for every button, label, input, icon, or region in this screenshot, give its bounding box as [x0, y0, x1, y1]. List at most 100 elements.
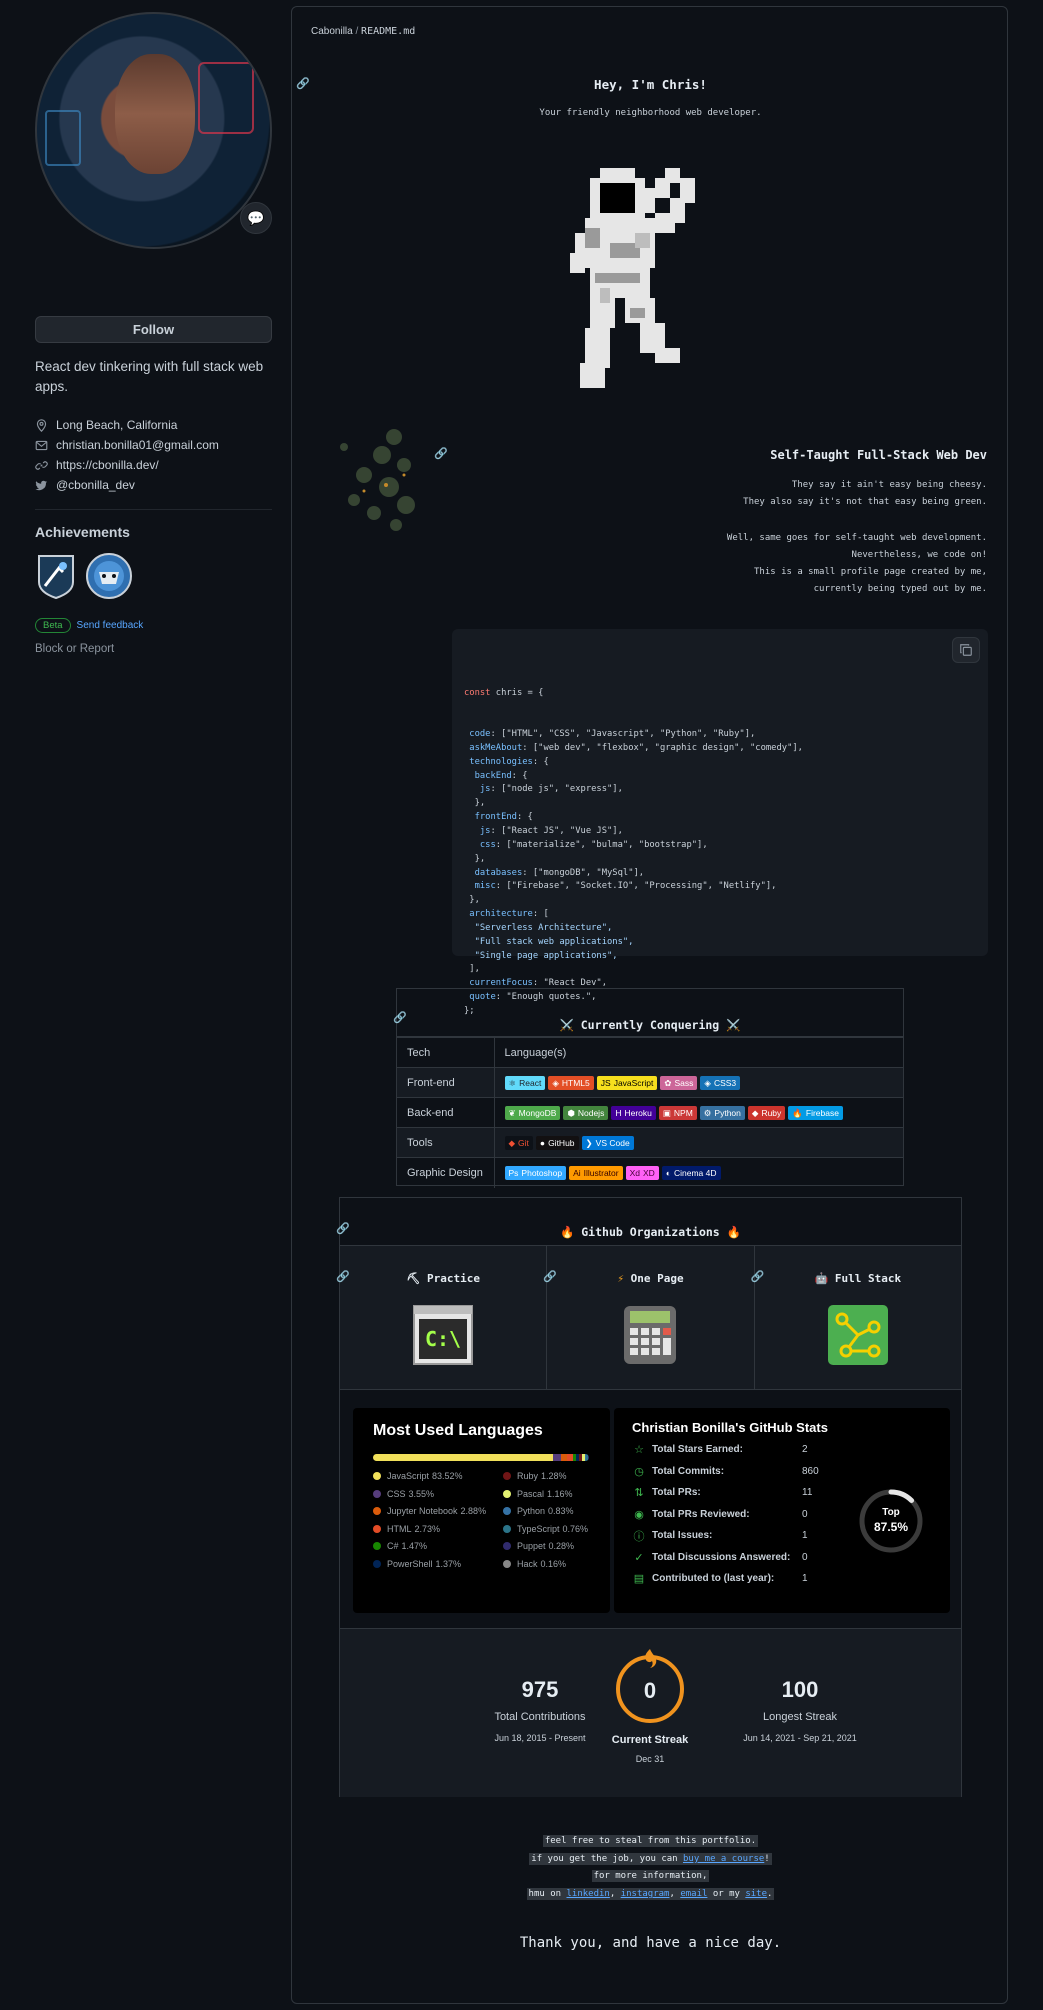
badge-xd[interactable]: Xd XD [625, 1165, 659, 1180]
stat-label: Total PRs: [652, 1487, 701, 1499]
anchor-link-icon[interactable]: 🔗 [336, 1270, 350, 1283]
code-line: frontEnd: { [464, 811, 976, 825]
code-value: "Single page applications", [474, 950, 618, 961]
code-value: : [ [532, 909, 549, 920]
linkedin-link[interactable]: linkedin [566, 1889, 609, 1899]
tech-category: Front-end [397, 1067, 495, 1098]
longest-streak: 100 Longest Streak Jun 14, 2021 - Sep 21… [720, 1677, 880, 1743]
anchor-link-icon[interactable]: 🔗 [751, 1270, 765, 1283]
badge-icon: ◆ [751, 1107, 759, 1118]
location-icon [36, 418, 47, 432]
longest-streak-value: 100 [781, 1677, 819, 1702]
language-percent: 1.28% [541, 1471, 567, 1481]
language-percent: 0.28% [548, 1541, 575, 1551]
twitter-item[interactable]: @cbonilla_dev [35, 475, 272, 495]
language-item: Jupyter Notebook 2.88% [373, 1506, 503, 1516]
language-name: HTML [387, 1523, 412, 1534]
website-item[interactable]: https://cbonilla.dev/ [35, 455, 272, 475]
divider [35, 509, 272, 510]
badge-mongodb[interactable]: ❦ MongoDB [504, 1105, 561, 1120]
badge-icon: ⚙ [703, 1107, 712, 1118]
status-emoji-icon[interactable]: 💬 [240, 202, 272, 234]
org-practice[interactable]: 🔗 ⛏ Practice C:\ [336, 1246, 548, 1389]
stat-label: Total PRs Reviewed: [652, 1508, 750, 1520]
badge-icon: ❯ [585, 1137, 593, 1148]
network-icon[interactable] [827, 1305, 888, 1365]
language-percent: 0.83% [548, 1506, 574, 1516]
badge-github[interactable]: ● GitHub [535, 1135, 579, 1150]
language-name: CSS [387, 1488, 406, 1499]
badge-label: Ruby [761, 1107, 782, 1118]
block-report-link[interactable]: Block or Report [35, 643, 272, 655]
code-line: askMeAbout: ["web dev", "flexbox", "grap… [464, 742, 976, 756]
badge-label: Nodejs [577, 1107, 605, 1118]
rank-text: Top 87.5% [858, 1505, 924, 1535]
badge-python[interactable]: ⚙ Python [699, 1105, 745, 1120]
anchor-link-icon[interactable]: 🔗 [336, 1222, 350, 1235]
email-link[interactable]: email [680, 1889, 707, 1899]
current-streak-value: 0 [644, 1678, 656, 1703]
copy-button[interactable] [952, 637, 980, 663]
org-full-stack[interactable]: 🔗 🤖 Full Stack [751, 1246, 961, 1389]
email-item[interactable]: christian.bonilla01@gmail.com [35, 435, 272, 455]
badge-photoshop[interactable]: Ps Photoshop [504, 1165, 567, 1180]
badge-icon: ◐ [665, 1167, 671, 1178]
stat-value: 0 [802, 1551, 808, 1563]
breadcrumb-user[interactable]: Cabonilla [311, 26, 353, 37]
badge-vs-code[interactable]: ❯ VS Code [581, 1135, 634, 1150]
badge-heroku[interactable]: H Heroku [611, 1105, 656, 1120]
badge-react[interactable]: ⚛ React [504, 1075, 546, 1090]
anchor-link-icon[interactable]: 🔗 [393, 1011, 407, 1024]
language-percent: 3.55% [408, 1488, 435, 1499]
language-item: Ruby 1.28% [503, 1471, 603, 1481]
badge-javascript[interactable]: JS JavaScript [596, 1075, 658, 1090]
instagram-link[interactable]: instagram [621, 1889, 670, 1899]
badge-nodejs[interactable]: ⬢ Nodejs [563, 1105, 609, 1120]
anchor-link-icon[interactable]: 🔗 [434, 447, 448, 460]
badge-label: Git [518, 1137, 529, 1148]
anchor-link-icon[interactable]: 🔗 [543, 1270, 557, 1283]
achievement-badge-yolo-icon[interactable] [85, 552, 133, 600]
org-one-page[interactable]: 🔗 ⚡ One Page [543, 1246, 755, 1389]
badge-git[interactable]: ◆ Git [504, 1135, 533, 1150]
badge-firebase[interactable]: 🔥 Firebase [788, 1105, 843, 1120]
send-feedback-link[interactable]: Send feedback [77, 620, 144, 631]
achievement-badge-pull-shark-icon[interactable] [35, 552, 77, 600]
language-name: Ruby [517, 1471, 539, 1481]
badge-cinema-4d[interactable]: ◐ Cinema 4D [661, 1165, 721, 1180]
badge-icon: ▣ [662, 1107, 671, 1118]
badge-html5[interactable]: ◈ HTML5 [548, 1075, 594, 1090]
language-name: JavaScript [387, 1471, 430, 1481]
badge-css3[interactable]: ◈ CSS3 [700, 1075, 741, 1090]
footer-line: hmu on linkedin, instagram, email or my … [292, 1886, 1009, 1903]
follow-button[interactable]: Follow [35, 316, 272, 343]
language-name: Jupyter Notebook [387, 1506, 458, 1516]
code-line: js: ["React JS", "Vue JS"], [464, 825, 976, 839]
badge-sass[interactable]: ✿ Sass [660, 1075, 698, 1090]
terminal-icon[interactable]: C:\ [413, 1305, 474, 1365]
code-line: code: ["HTML", "CSS", "Javascript", "Pyt… [464, 728, 976, 742]
code-property: js [479, 784, 491, 795]
issue-icon: ⓘ [633, 1530, 645, 1543]
avatar[interactable] [35, 12, 272, 249]
language-item: Python 0.83% [503, 1506, 603, 1516]
code-value: }, [469, 895, 480, 906]
badge-npm[interactable]: ▣ NPM [658, 1105, 697, 1120]
language-percent: 0.16% [540, 1558, 567, 1569]
badge-illustrator[interactable]: Ai Illustrator [569, 1165, 623, 1180]
calculator-icon[interactable] [620, 1305, 680, 1365]
robot-icon: 🤖 [814, 1272, 829, 1285]
footer-text: , [669, 1889, 681, 1899]
tech-badges: Ps Photoshop Ai Illustrator Xd XD ◐ Cinema 4D [494, 1157, 903, 1188]
site-link[interactable]: site [745, 1889, 767, 1899]
footer-text: . [767, 1889, 773, 1899]
buy-course-link[interactable]: buy me a course [683, 1854, 764, 1864]
eye-icon: ◉ [634, 1508, 644, 1521]
badge-ruby[interactable]: ◆ Ruby [747, 1105, 786, 1120]
email-link[interactable]: christian.bonilla01@gmail.com [56, 438, 219, 452]
code-line: misc: ["Firebase", "Socket.IO", "Process… [464, 880, 976, 894]
twitter-link[interactable]: @cbonilla_dev [56, 478, 135, 492]
website-link[interactable]: https://cbonilla.dev/ [56, 458, 159, 472]
